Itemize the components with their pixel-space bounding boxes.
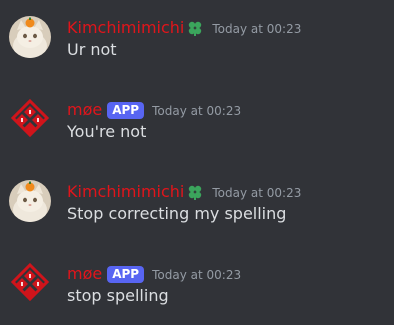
message-item[interactable]: Kimchimimichi Today at 00:23 Stop correc… (0, 180, 394, 240)
message-timestamp[interactable]: Today at 00:23 (212, 185, 301, 201)
message-timestamp[interactable]: Today at 00:23 (152, 267, 241, 283)
message-header: møe APP Today at 00:23 (67, 262, 241, 286)
message-content: Stop correcting my spelling (67, 204, 287, 223)
red-emblem-avatar[interactable] (9, 98, 51, 140)
message-content: stop spelling (67, 286, 169, 305)
message-header: møe APP Today at 00:23 (67, 98, 241, 122)
author-name[interactable]: møe (67, 100, 102, 120)
cat-avatar[interactable] (9, 16, 51, 58)
author-name[interactable]: Kimchimimichi (67, 182, 184, 202)
app-tag-badge: APP (107, 265, 145, 283)
leaf-role-icon[interactable] (186, 183, 204, 201)
red-emblem-avatar[interactable] (9, 262, 51, 304)
message-timestamp[interactable]: Today at 00:23 (212, 21, 301, 37)
message-item[interactable]: møe APP Today at 00:23 stop spelling (0, 262, 394, 322)
message-content: You're not (67, 122, 147, 141)
message-item[interactable]: møe APP Today at 00:23 You're not (0, 98, 394, 158)
message-header: Kimchimimichi Today at 00:23 (67, 16, 301, 40)
author-name[interactable]: møe (67, 264, 102, 284)
app-tag-badge: APP (107, 101, 145, 119)
author-name[interactable]: Kimchimimichi (67, 18, 184, 38)
message-header: Kimchimimichi Today at 00:23 (67, 180, 301, 204)
message-content: Ur not (67, 40, 117, 59)
leaf-role-icon[interactable] (186, 19, 204, 37)
message-feed: Kimchimimichi Today at 00:23 Ur not møe … (0, 0, 394, 325)
message-item[interactable]: Kimchimimichi Today at 00:23 Ur not (0, 16, 394, 76)
cat-avatar[interactable] (9, 180, 51, 222)
message-timestamp[interactable]: Today at 00:23 (152, 103, 241, 119)
